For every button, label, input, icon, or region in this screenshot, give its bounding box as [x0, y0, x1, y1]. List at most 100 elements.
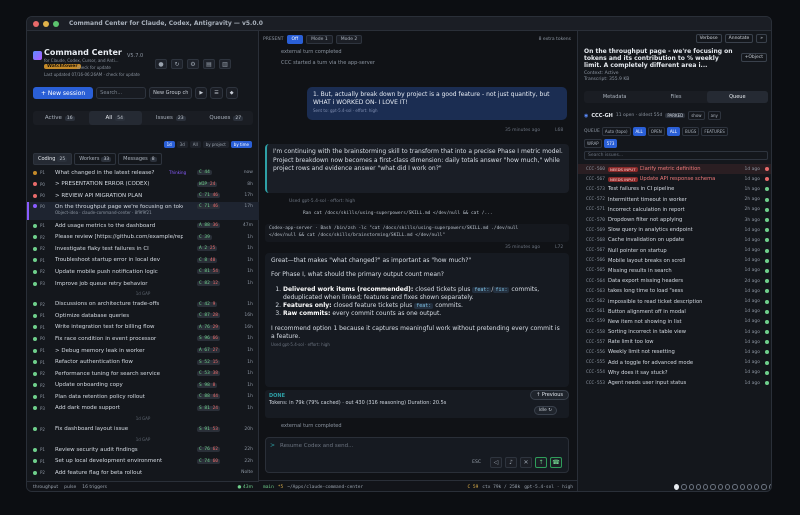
speaker-icon[interactable]: ◁ [490, 457, 502, 468]
tab-metadata[interactable]: Metadata [584, 91, 645, 103]
filter-bugs[interactable]: BUGS [682, 127, 700, 136]
minimize-window-button[interactable] [43, 20, 49, 27]
session-row[interactable]: P1 Troubleshoot startup error in local de… [27, 255, 259, 267]
mic-icon[interactable]: ♪ [505, 457, 517, 468]
issue-row[interactable]: CCC-556 Weekly limit not resetting 1d ago [578, 347, 771, 357]
issue-row[interactable]: CCC-558 Sorting incorrect in table view 1d… [578, 327, 771, 337]
tab-active[interactable]: Active 16 [33, 111, 87, 125]
new-session-button[interactable]: + New session [33, 87, 94, 99]
filter-all[interactable]: All [189, 141, 201, 148]
issue-row[interactable]: CCC-567 Null pointer on startup 1d ago [578, 246, 771, 256]
idle-status[interactable]: Idle ↻ [533, 406, 557, 415]
session-row[interactable]: P0 On the throughput page we're focusing … [27, 201, 259, 220]
show-select[interactable]: show [688, 111, 705, 120]
session-row[interactable]: P2 Add feature flag for beta rollout Nolte [27, 467, 259, 479]
filter-open[interactable]: OPEN [647, 127, 665, 136]
session-row[interactable]: P1 What changed in the latest release? Thi… [27, 167, 259, 179]
filter-1d[interactable]: 1d [163, 141, 175, 148]
page-dot[interactable] [717, 483, 723, 490]
page-dot[interactable] [761, 483, 767, 490]
pulse-link[interactable]: pulse [64, 485, 76, 490]
filter-all-status[interactable]: ALL [632, 127, 646, 136]
page-dot[interactable] [754, 483, 760, 490]
layout-icon[interactable]: ▥ [219, 59, 231, 69]
session-row[interactable]: P1 Optimize database queries C 87 28 16h [27, 310, 259, 322]
menu-icon[interactable]: ☰ [210, 87, 223, 99]
composer[interactable]: > Resume Codex and send... ESC ◁ ♪ ✕ ↑ ☎ [265, 437, 569, 473]
issue-row[interactable]: CCC-565 Missing results in search 1d ago [578, 266, 771, 276]
expand-icon[interactable]: ✕ [520, 457, 532, 468]
send-icon[interactable]: ↑ [535, 457, 547, 468]
issue-row[interactable]: CCC-572 Intermittent timeout in worker 2h … [578, 195, 771, 205]
page-dot[interactable] [710, 483, 716, 490]
filter-all-type[interactable]: ALL [666, 127, 681, 136]
power-icon[interactable]: ● [155, 59, 167, 69]
issue-row[interactable]: CCC-568 Cache invalidation on update 1d ag… [578, 235, 771, 245]
watchtower-badge[interactable]: Watchtower [44, 64, 81, 69]
maximize-window-button[interactable] [53, 20, 59, 27]
sort-select[interactable]: Auto (topo) [601, 127, 631, 136]
tab-all[interactable]: All 54 [88, 111, 142, 125]
close-window-button[interactable] [33, 20, 39, 27]
any-select[interactable]: any [707, 111, 721, 120]
session-row[interactable]: P0 > REVIEW API MIGRATION PLAN C 71 46 17h [27, 190, 259, 202]
page-dot[interactable] [724, 483, 731, 490]
mode-off[interactable]: Off [286, 35, 304, 44]
issue-row[interactable]: CCC-566 Mobile layout breaks on scroll 1d … [578, 256, 771, 266]
page-dot[interactable] [695, 483, 702, 490]
settings-icon[interactable]: ⚙ [187, 59, 199, 69]
issue-row[interactable]: CCC-567 NEEDS INPUT Update API response sc… [578, 174, 771, 184]
session-row[interactable]: P2 Update onboarding copy S 98 8 1h [27, 380, 259, 392]
command-line[interactable]: Ran cat /docs/skills/using-superpowers/S… [303, 211, 493, 216]
reload-icon[interactable]: ↻ [171, 59, 183, 69]
session-row[interactable]: P3 Add dark mode support S 81 24 1h [27, 403, 259, 415]
page-dot[interactable] [739, 483, 745, 490]
group-workers[interactable]: Workers 33 [74, 153, 117, 165]
branch[interactable]: main [263, 485, 274, 490]
panel-icon[interactable]: ▤ [203, 59, 215, 69]
page-dot[interactable] [688, 483, 694, 490]
page-dot[interactable] [746, 483, 753, 490]
session-row[interactable]: P1 Add usage metrics to the dashboard A 88… [27, 220, 259, 232]
repo-name[interactable]: CCC-GH [591, 113, 613, 119]
issue-row[interactable]: CCC-569 Slow query in analytics endpoint 1… [578, 225, 771, 235]
triggers-link[interactable]: 16 triggers [82, 485, 107, 490]
previous-button[interactable]: ↑ Previous [530, 390, 569, 400]
issue-row[interactable]: CCC-563 takes long time to load "sess 1d a… [578, 286, 771, 296]
group-coding[interactable]: Coding 25 [33, 153, 73, 165]
filter-features[interactable]: FEATURES [701, 127, 728, 136]
session-row[interactable]: P1 Plan data retention policy rollout C 88… [27, 391, 259, 403]
car-icon[interactable]: ◆ [225, 87, 238, 99]
session-row[interactable]: P1 Review security audit findings C 76 62 2… [27, 444, 259, 456]
play-icon[interactable]: ▶ [195, 87, 208, 99]
session-row[interactable]: P2 Update mobile push notification logic C… [27, 266, 259, 278]
page-dot[interactable] [674, 483, 680, 490]
mode-1[interactable]: Mode 1 [306, 35, 333, 44]
page-dot[interactable] [703, 483, 709, 490]
call-icon[interactable]: ☎ [550, 457, 562, 468]
wrap-toggle[interactable]: WRAP [584, 139, 602, 148]
issue-row[interactable]: CCC-570 Dropdown filter not applying 3h ag… [578, 215, 771, 225]
throughput-link[interactable]: throughput [33, 485, 58, 490]
issue-row[interactable]: CCC-564 Data export missing headers 2d ago [578, 276, 771, 286]
filter-3d[interactable]: 3d [176, 141, 188, 148]
composer-input[interactable]: Resume Codex and send... [280, 443, 353, 449]
page-dot[interactable] [768, 483, 771, 490]
issue-row[interactable]: CCC-553 Agent needs user input status 1d a… [578, 378, 771, 388]
issue-row[interactable]: CCC-555 Add a toggle for advanced mode 1d … [578, 358, 771, 368]
session-row[interactable]: P1 Write integration test for billing flo… [27, 322, 259, 334]
issue-row[interactable]: CCC-573 Test failures in CI pipeline 1h ag… [578, 184, 771, 194]
filter-by-project[interactable]: by project [202, 141, 229, 148]
session-row[interactable]: P1 Set up local development environment C … [27, 455, 259, 467]
tab-issues[interactable]: Issues 23 [144, 111, 198, 125]
session-row[interactable]: P2 Investigate flaky test failures in CI A… [27, 243, 259, 255]
tab-files[interactable]: Files [645, 91, 706, 103]
session-row[interactable]: P0 Fix race condition in event processor S… [27, 333, 259, 345]
session-row[interactable]: P1 Refactor authentication flow S 52 15 1h [27, 356, 259, 368]
session-row[interactable]: P2 Discussions on architecture trade-offs… [27, 298, 259, 310]
mode-2[interactable]: Mode 2 [335, 35, 363, 44]
new-group-button[interactable]: New Group ch [149, 87, 193, 99]
session-row[interactable]: P2 Performance tuning for search service C… [27, 368, 259, 380]
session-row[interactable]: P0 > PRESENTATION ERROR (CODEX) WIP 24 8h [27, 179, 259, 191]
tab-queues[interactable]: Queues 27 [200, 111, 254, 125]
